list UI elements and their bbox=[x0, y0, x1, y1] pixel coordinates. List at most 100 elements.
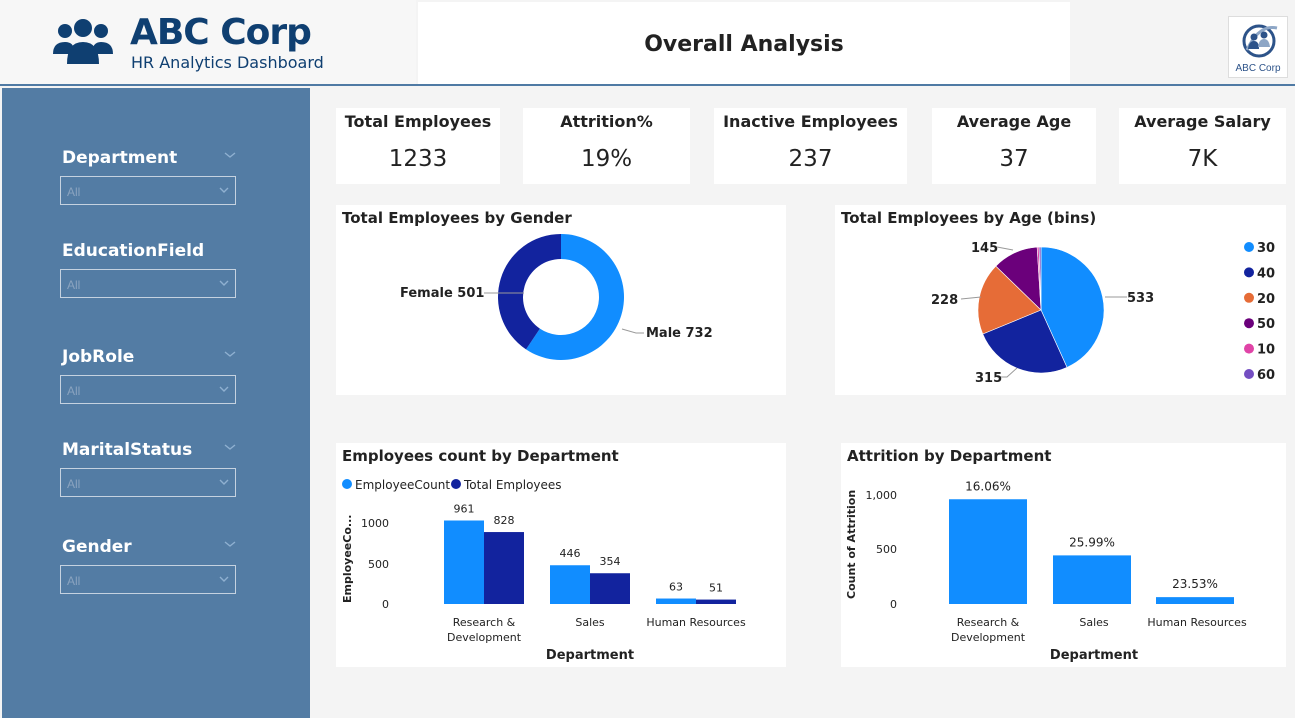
kpi-average-age: Average Age 37 bbox=[932, 108, 1096, 184]
slice-label: 228 bbox=[931, 293, 958, 308]
legend-label: EmployeeCount bbox=[355, 478, 450, 492]
kpi-title: Average Age bbox=[956, 112, 1072, 131]
legend-marker bbox=[342, 479, 352, 489]
x-tick-line: Research & bbox=[957, 616, 1020, 629]
corner-logo-icon bbox=[1242, 24, 1278, 58]
kpi-value: 1233 bbox=[388, 146, 448, 172]
kpi-value: 237 bbox=[788, 146, 833, 172]
people-icon bbox=[53, 19, 113, 64]
legend-marker bbox=[451, 479, 461, 489]
legend-marker bbox=[1244, 343, 1254, 354]
legend-label: 30 bbox=[1257, 241, 1275, 256]
slice-label: 145 bbox=[971, 241, 998, 256]
kpi-total-employees: Total Employees 1233 bbox=[336, 108, 500, 184]
title-block: Overall Analysis bbox=[418, 2, 1070, 84]
chevron-down-icon[interactable] bbox=[224, 442, 236, 452]
filter-sidebar: Department All EducationField All JobRol… bbox=[2, 88, 310, 718]
chevron-down-icon bbox=[219, 386, 229, 392]
employees-by-department-chart[interactable]: EmployeeCount Total Employees EmployeeCo… bbox=[336, 443, 786, 667]
marital-status-dropdown[interactable]: All bbox=[60, 468, 236, 497]
chevron-down-icon bbox=[219, 479, 229, 485]
employees-by-department-panel: Employees count by Department EmployeeCo… bbox=[336, 443, 786, 667]
dropdown-value: All bbox=[67, 384, 81, 398]
bar[interactable] bbox=[696, 599, 736, 604]
kpi-title: Attrition% bbox=[560, 112, 653, 131]
y-tick: 500 bbox=[368, 558, 389, 571]
slice-label-female: Female 501 bbox=[400, 286, 484, 301]
corner-logo: ABC Corp bbox=[1228, 16, 1288, 78]
x-tick: Research & Development bbox=[951, 616, 1026, 644]
education-field-dropdown[interactable]: All bbox=[60, 269, 236, 298]
data-label: 25.99% bbox=[1069, 535, 1115, 549]
bar[interactable] bbox=[550, 565, 590, 604]
bar[interactable] bbox=[1156, 597, 1234, 604]
page-title: Overall Analysis bbox=[644, 32, 844, 57]
slice-label: 533 bbox=[1127, 291, 1154, 306]
legend-marker bbox=[1244, 292, 1254, 303]
x-axis-label: Department bbox=[1050, 648, 1138, 663]
brand-subtitle: HR Analytics Dashboard bbox=[131, 53, 324, 72]
filter-label: EducationField bbox=[62, 241, 205, 261]
bar[interactable] bbox=[656, 598, 696, 604]
chevron-down-icon[interactable] bbox=[224, 150, 236, 160]
legend-marker bbox=[1244, 242, 1254, 252]
data-label: 828 bbox=[494, 514, 515, 527]
slice-label: 315 bbox=[975, 371, 1002, 386]
x-axis-label: Department bbox=[546, 648, 634, 663]
y-tick: 1000 bbox=[361, 517, 389, 530]
y-tick: 1,000 bbox=[866, 489, 898, 502]
age-chart-panel: Total Employees by Age (bins) 533 315 22… bbox=[835, 205, 1286, 395]
x-tick-line: Development bbox=[447, 631, 522, 644]
dropdown-value: All bbox=[67, 185, 81, 199]
legend-marker bbox=[1244, 369, 1254, 379]
bar[interactable] bbox=[444, 520, 484, 604]
pie-slice-female[interactable] bbox=[497, 234, 561, 350]
x-tick: Human Resources bbox=[1147, 616, 1247, 629]
gender-donut-chart[interactable]: Female 501 Male 732 bbox=[336, 205, 786, 395]
attrition-by-department-panel: Attrition by Department Count of Attriti… bbox=[841, 443, 1286, 667]
dropdown-value: All bbox=[67, 477, 81, 491]
legend-marker bbox=[1244, 318, 1254, 329]
bar[interactable] bbox=[484, 532, 524, 604]
logo-block: ABC Corp HR Analytics Dashboard bbox=[0, 0, 416, 84]
bar[interactable] bbox=[1053, 555, 1131, 604]
corner-logo-text: ABC Corp bbox=[1235, 63, 1281, 74]
y-tick: 500 bbox=[876, 543, 897, 556]
slice-label-male: Male 732 bbox=[646, 326, 713, 341]
gender-chart-panel: Total Employees by Gender Female 501 Mal… bbox=[336, 205, 786, 395]
x-tick: Sales bbox=[575, 616, 605, 629]
filter-label: JobRole bbox=[62, 347, 135, 367]
legend-label: 60 bbox=[1257, 368, 1275, 383]
x-tick-line: Research & bbox=[453, 616, 516, 629]
data-label: 16.06% bbox=[965, 479, 1011, 493]
attrition-by-department-chart[interactable]: Count of Attrition 0 500 1,000 16.06% 25.… bbox=[841, 443, 1286, 667]
dropdown-value: All bbox=[67, 574, 81, 588]
department-dropdown[interactable]: All bbox=[60, 176, 236, 205]
kpi-attrition: Attrition% 19% bbox=[523, 108, 690, 184]
chevron-down-icon bbox=[219, 576, 229, 582]
data-label: 63 bbox=[669, 581, 683, 594]
bar[interactable] bbox=[590, 573, 630, 604]
gender-dropdown[interactable]: All bbox=[60, 565, 236, 594]
legend-label: 50 bbox=[1257, 317, 1275, 332]
y-tick: 0 bbox=[890, 598, 897, 611]
filter-label: Gender bbox=[62, 537, 132, 557]
bar[interactable] bbox=[949, 499, 1027, 604]
data-label: 51 bbox=[709, 582, 723, 595]
y-axis-label: EmployeeCo... bbox=[341, 515, 354, 603]
age-pie-chart[interactable]: 533 315 228 145 30 40 20 50 10 60 bbox=[835, 205, 1286, 395]
brand-name: ABC Corp bbox=[130, 12, 312, 53]
y-tick: 0 bbox=[382, 598, 389, 611]
chevron-down-icon[interactable] bbox=[224, 539, 236, 549]
kpi-value: 37 bbox=[999, 146, 1029, 172]
legend-marker bbox=[1244, 267, 1254, 278]
data-label: 961 bbox=[454, 502, 475, 515]
chevron-down-icon[interactable] bbox=[224, 349, 236, 359]
x-tick: Human Resources bbox=[646, 616, 746, 629]
chevron-down-icon bbox=[219, 280, 229, 286]
legend-label: Total Employees bbox=[463, 478, 562, 492]
kpi-inactive-employees: Inactive Employees 237 bbox=[714, 108, 907, 184]
job-role-dropdown[interactable]: All bbox=[60, 375, 236, 404]
legend-label: 20 bbox=[1257, 292, 1275, 307]
legend-label: 40 bbox=[1257, 266, 1275, 281]
